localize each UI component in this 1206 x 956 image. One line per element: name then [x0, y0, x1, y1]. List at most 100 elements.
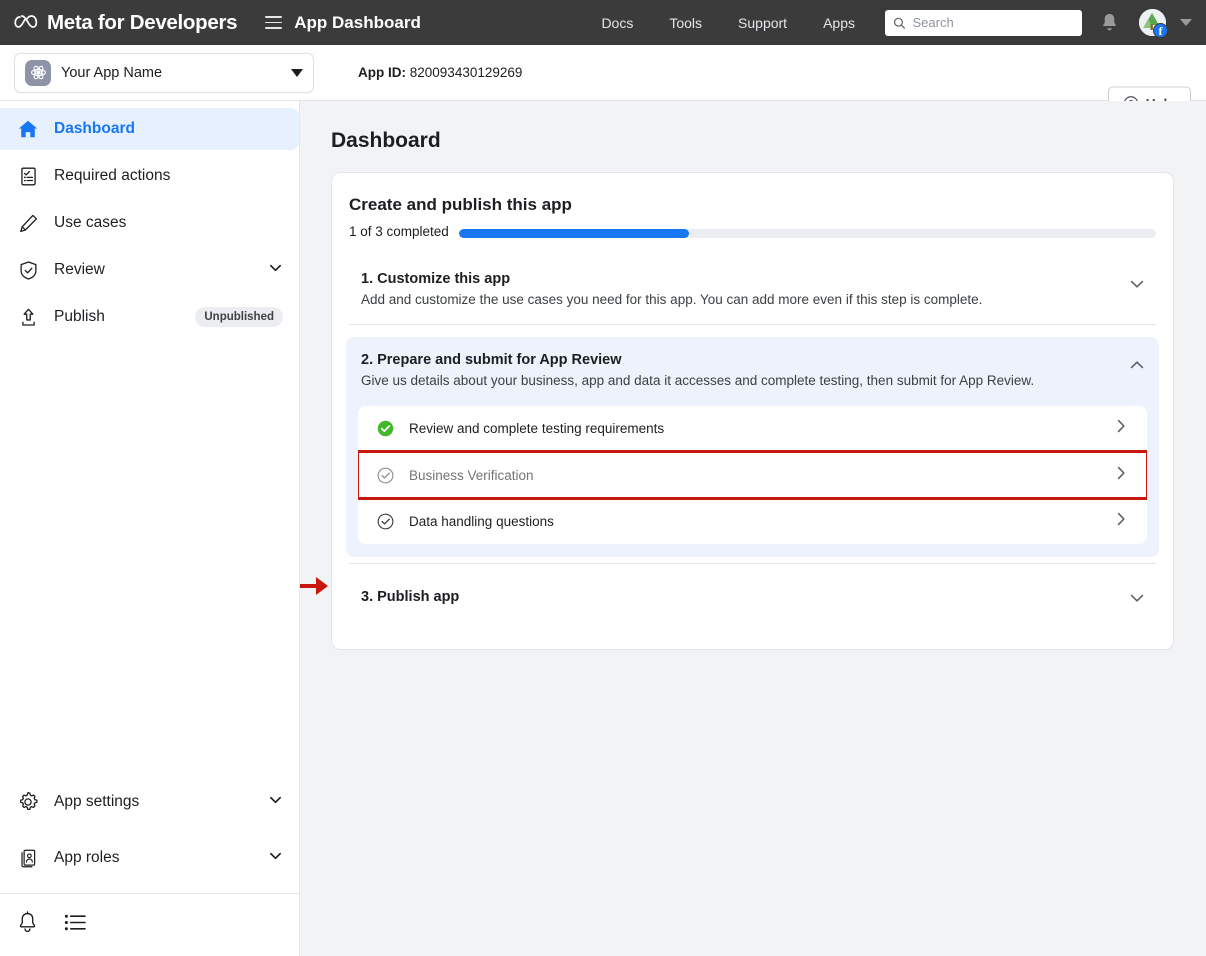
step-customize-this-app: 1. Customize this app Add and customize … — [346, 256, 1159, 324]
sub-header: Your App Name App ID: 820093430129269 ? … — [0, 45, 1206, 101]
home-icon — [16, 117, 40, 141]
nav-link-docs[interactable]: Docs — [583, 9, 651, 37]
top-navigation-bar: Meta for Developers App Dashboard Docs T… — [0, 0, 1206, 45]
search-icon — [893, 16, 906, 30]
sidebar-item-use-cases[interactable]: Use cases — [0, 202, 299, 244]
sidebar-item-label: Publish — [54, 308, 181, 326]
sidebar-item-app-settings[interactable]: App settings — [0, 781, 299, 823]
top-nav-links: Docs Tools Support Apps f — [583, 9, 1206, 37]
page-title: Dashboard — [331, 129, 1174, 153]
nav-link-tools[interactable]: Tools — [651, 9, 720, 37]
app-selector-caret-down-icon — [291, 69, 303, 77]
sidebar-item-publish[interactable]: Publish Unpublished — [0, 296, 299, 338]
chevron-down-icon — [268, 260, 283, 280]
step-title: 3. Publish app — [361, 589, 1117, 605]
sub-items-card: Review and complete testing requirements — [358, 406, 1147, 544]
step-header[interactable]: 2. Prepare and submit for App Review Giv… — [346, 337, 1159, 405]
progress-row: 1 of 3 completed — [349, 222, 1156, 242]
chevron-right-icon — [1113, 465, 1129, 486]
chevron-down-icon — [268, 848, 283, 868]
sidebar-item-dashboard[interactable]: Dashboard — [0, 108, 299, 150]
sidebar-item-required-actions[interactable]: Required actions — [0, 155, 299, 197]
check-circle-outline-icon — [377, 513, 394, 530]
annotation-arrow-head — [316, 577, 328, 595]
sub-item-label: Review and complete testing requirements — [409, 421, 1113, 436]
shield-check-icon — [16, 258, 40, 282]
sidebar-item-label: Dashboard — [54, 120, 283, 138]
step-publish-app: 3. Publish app — [346, 574, 1159, 633]
main-content: Dashboard Create and publish this app 1 … — [300, 101, 1206, 956]
account-caret-down-icon[interactable] — [1180, 19, 1192, 26]
sidebar-item-review[interactable]: Review — [0, 249, 299, 291]
status-badge: Unpublished — [195, 307, 283, 327]
chevron-down-icon[interactable] — [1129, 590, 1145, 611]
annotation-marker-1: 1 — [300, 567, 328, 605]
step-title: 2. Prepare and submit for App Review — [361, 352, 1117, 368]
sidebar-item-app-roles[interactable]: App roles — [0, 837, 299, 879]
chevron-up-icon[interactable] — [1129, 357, 1145, 378]
step-header[interactable]: 3. Publish app — [346, 574, 1159, 633]
gear-icon — [16, 790, 40, 814]
step-divider — [349, 563, 1156, 564]
progress-label: 1 of 3 completed — [349, 222, 459, 242]
sidebar-primary-items: Dashboard Required actions — [0, 101, 299, 343]
sidebar-secondary-items: App settings App roles — [0, 781, 299, 956]
sub-item-label: Data handling questions — [409, 514, 1113, 529]
sidebar-item-label: Use cases — [54, 214, 283, 232]
search-input[interactable] — [913, 15, 1075, 30]
app-id-value: 820093430129269 — [410, 65, 523, 80]
app-dashboard-title: App Dashboard — [294, 13, 421, 33]
bell-icon[interactable] — [17, 911, 38, 939]
brand-logo[interactable]: Meta for Developers — [14, 11, 237, 35]
step-description: Give us details about your business, app… — [361, 372, 1117, 390]
step-prepare-submit-app-review: 2. Prepare and submit for App Review Giv… — [346, 337, 1159, 556]
chevron-down-icon[interactable] — [1129, 276, 1145, 297]
clipboard-check-icon — [16, 164, 40, 188]
avatar[interactable]: f — [1139, 9, 1166, 36]
chevron-down-icon — [268, 792, 283, 812]
page-layout: Dashboard Required actions — [0, 101, 1206, 956]
chevron-right-icon — [1113, 418, 1129, 439]
bell-icon[interactable] — [1100, 12, 1119, 33]
sub-item-business-verification[interactable]: Business Verification — [358, 452, 1147, 498]
step-body: Review and complete testing requirements — [346, 406, 1159, 557]
search-box[interactable] — [885, 10, 1082, 36]
hamburger-menu-icon[interactable] — [265, 16, 282, 29]
step-texts: 3. Publish app — [361, 589, 1117, 605]
app-atom-icon — [25, 60, 51, 86]
sub-item-label: Business Verification — [409, 468, 1113, 483]
sidebar-item-label: App roles — [54, 849, 254, 867]
facebook-badge-icon: f — [1153, 23, 1168, 38]
app-id-display: App ID: 820093430129269 — [358, 65, 522, 80]
pencil-icon — [16, 211, 40, 235]
nav-link-support[interactable]: Support — [720, 9, 805, 37]
meta-infinity-logo-icon — [14, 15, 40, 30]
upload-icon — [16, 305, 40, 329]
step-texts: 2. Prepare and submit for App Review Giv… — [361, 352, 1117, 390]
sidebar-item-label: Required actions — [54, 167, 283, 185]
step-description: Add and customize the use cases you need… — [361, 291, 1117, 309]
step-title: 1. Customize this app — [361, 271, 1117, 287]
step-divider — [349, 324, 1156, 325]
id-card-icon — [16, 846, 40, 870]
sub-item-review-testing-requirements[interactable]: Review and complete testing requirements — [358, 406, 1147, 452]
step-header[interactable]: 1. Customize this app Add and customize … — [346, 256, 1159, 324]
step-texts: 1. Customize this app Add and customize … — [361, 271, 1117, 309]
annotation-arrow-line — [300, 584, 316, 588]
sidebar: Dashboard Required actions — [0, 101, 300, 956]
brand-label: Meta for Developers — [47, 11, 237, 35]
app-id-label: App ID: — [358, 65, 406, 80]
app-selector-label: Your App Name — [61, 65, 281, 81]
progress-bar-fill — [459, 229, 689, 238]
check-circle-outline-icon — [377, 467, 394, 484]
app-selector-dropdown[interactable]: Your App Name — [14, 53, 314, 93]
sidebar-footer — [0, 894, 299, 956]
sidebar-item-label: Review — [54, 261, 254, 279]
card-header: Create and publish this app 1 of 3 compl… — [346, 195, 1159, 242]
sub-item-data-handling-questions[interactable]: Data handling questions — [358, 498, 1147, 544]
create-publish-card: Create and publish this app 1 of 3 compl… — [331, 172, 1174, 650]
progress-bar — [459, 229, 1156, 238]
list-icon[interactable] — [64, 913, 87, 937]
nav-link-apps[interactable]: Apps — [805, 9, 873, 37]
sidebar-item-label: App settings — [54, 793, 254, 811]
